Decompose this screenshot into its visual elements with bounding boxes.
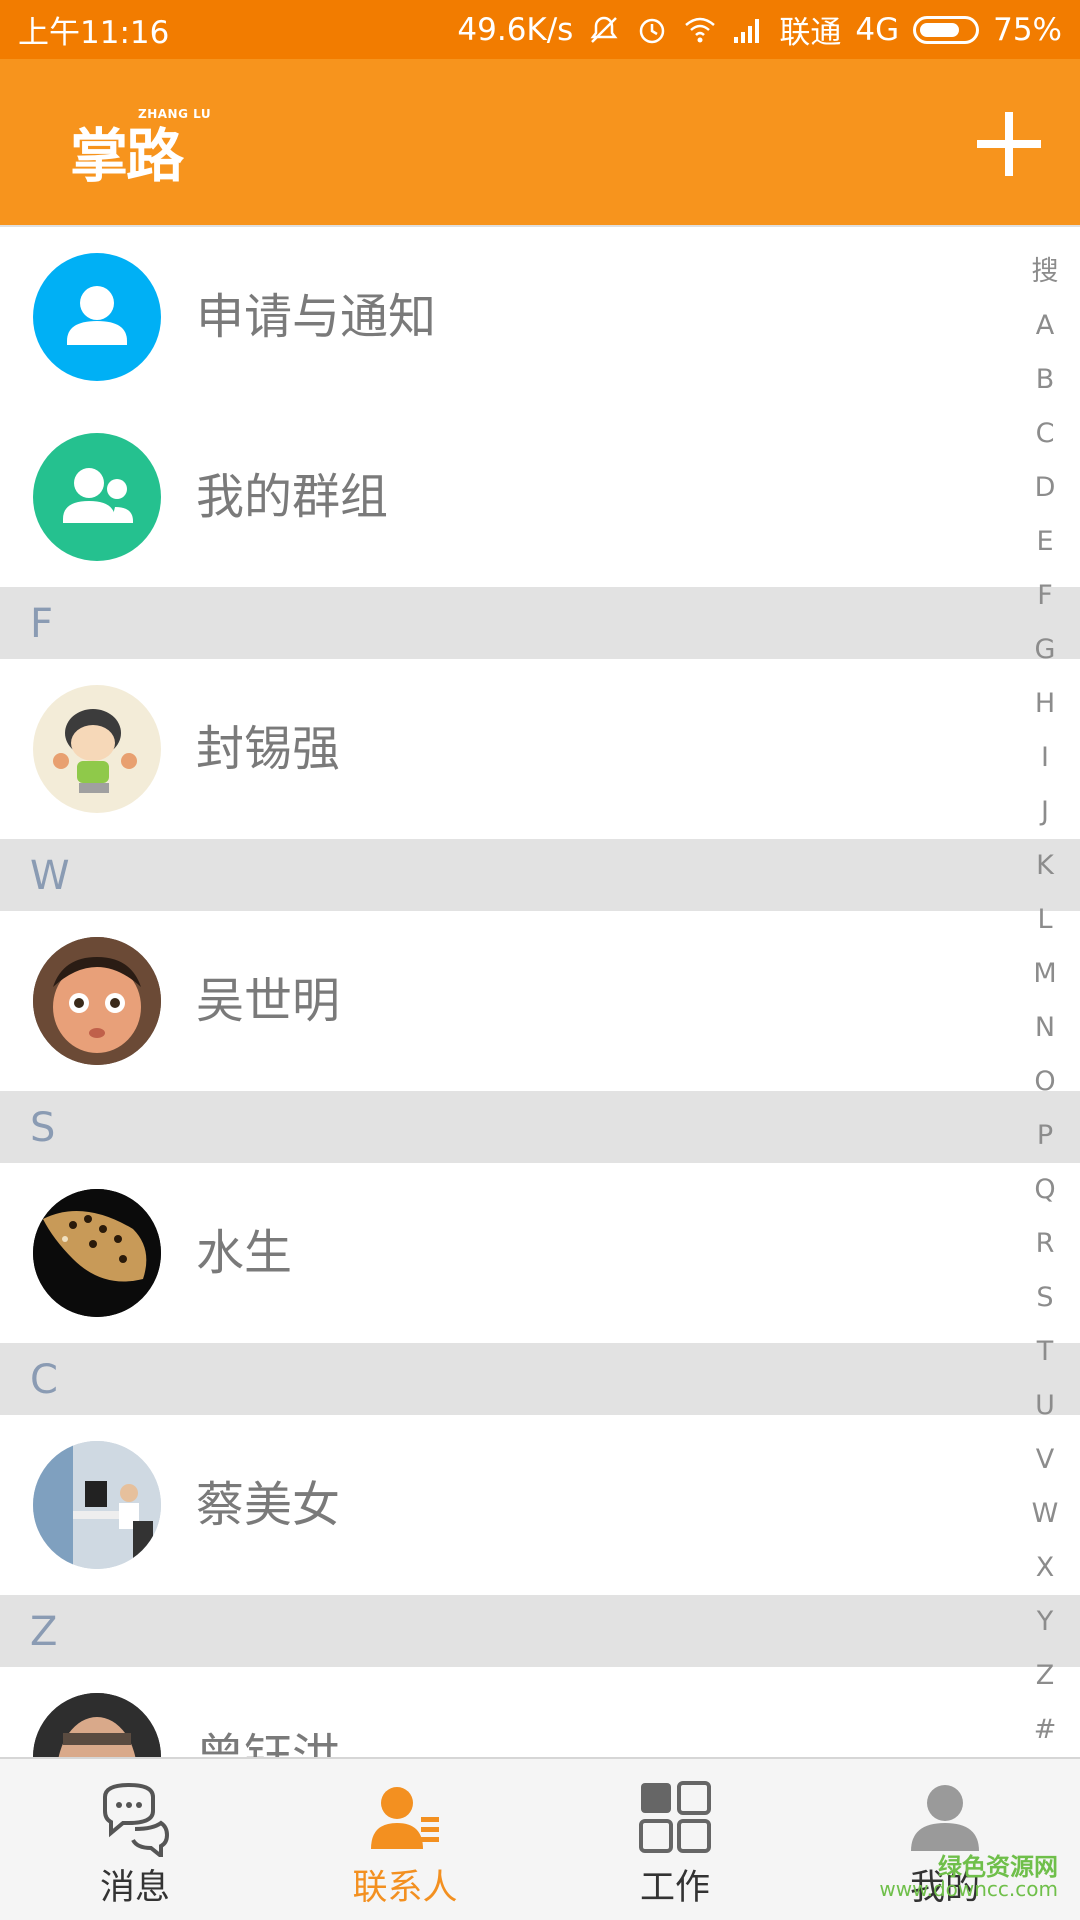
carrier-label: 联通 xyxy=(779,15,842,51)
index-letter[interactable]: H xyxy=(1020,677,1070,731)
battery-percent: 75% xyxy=(993,11,1062,48)
alphabet-index[interactable]: 搜 A B C D E F G H I J K L M N O P Q R S T U V W X Y Z # xyxy=(1020,245,1070,1757)
contact-row[interactable]: 封锡强 xyxy=(0,659,1080,839)
index-letter[interactable]: C xyxy=(1020,407,1070,461)
status-right: 49.6K/s 联通 4G 75% xyxy=(457,7,1062,52)
section-header-s: S xyxy=(0,1091,1080,1163)
group-icon xyxy=(33,433,161,561)
tab-contacts[interactable]: 联系人 xyxy=(270,1759,540,1920)
app-logo: 掌路 ZHANG LU xyxy=(70,99,220,190)
list-item-groups[interactable]: 我的群组 xyxy=(0,407,1080,587)
index-letter[interactable]: F xyxy=(1020,569,1070,623)
index-letter[interactable]: Q xyxy=(1020,1163,1070,1217)
nav-label: 消息 xyxy=(99,1868,170,1908)
person-icon xyxy=(33,253,161,381)
watermark-title: 绿色资源网 xyxy=(938,1853,1058,1881)
status-time: 上午11:16 xyxy=(18,15,170,51)
index-letter[interactable]: P xyxy=(1020,1109,1070,1163)
list-item-label: 申请与通知 xyxy=(196,289,437,345)
index-letter[interactable]: R xyxy=(1020,1217,1070,1271)
contact-name: 封锡强 xyxy=(196,721,341,777)
index-letter[interactable]: J xyxy=(1020,785,1070,839)
nav-label: 联系人 xyxy=(352,1868,458,1908)
contact-name: 曾钰洪 xyxy=(196,1729,341,1757)
contact-list: 申请与通知 我的群组 F 封锡强 W 吴世明 S 水生 C 蔡美女 Z 曾钰洪 xyxy=(0,227,1080,1757)
contact-row[interactable]: 水生 xyxy=(0,1163,1080,1343)
contact-name: 水生 xyxy=(196,1225,293,1281)
watermark-url: www.downcc.com xyxy=(879,1877,1058,1901)
index-letter[interactable]: Z xyxy=(1020,1649,1070,1703)
index-letter[interactable]: T xyxy=(1020,1325,1070,1379)
signal-icon xyxy=(734,18,760,43)
index-letter[interactable]: A xyxy=(1020,299,1070,353)
index-letter[interactable]: # xyxy=(1020,1703,1070,1757)
battery-icon xyxy=(913,15,980,44)
contact-avatar xyxy=(33,1189,161,1317)
index-letter[interactable]: B xyxy=(1020,353,1070,407)
logo-text: 掌路 xyxy=(70,122,184,190)
index-letter[interactable]: N xyxy=(1020,1001,1070,1055)
wifi-icon xyxy=(685,17,716,42)
logo-subtext: ZHANG LU xyxy=(138,107,212,121)
chat-icon xyxy=(103,1782,170,1857)
list-item-label: 我的群组 xyxy=(196,469,389,525)
nav-label: 工作 xyxy=(639,1868,710,1908)
contact-row[interactable]: 蔡美女 xyxy=(0,1415,1080,1595)
index-letter[interactable]: G xyxy=(1020,623,1070,677)
index-letter[interactable]: V xyxy=(1020,1433,1070,1487)
contacts-icon xyxy=(371,1787,439,1849)
mute-icon xyxy=(590,16,618,43)
app-bar: 掌路 ZHANG LU xyxy=(0,59,1080,227)
index-letter[interactable]: Y xyxy=(1020,1595,1070,1649)
index-letter[interactable]: W xyxy=(1020,1487,1070,1541)
index-letter[interactable]: I xyxy=(1020,731,1070,785)
section-header-w: W xyxy=(0,839,1080,911)
index-letter[interactable]: E xyxy=(1020,515,1070,569)
contact-avatar xyxy=(33,1441,161,1569)
plus-icon[interactable] xyxy=(974,109,1044,179)
profile-icon xyxy=(911,1785,979,1851)
contact-row[interactable]: 曾钰洪 xyxy=(0,1667,1080,1757)
network-type: 4G xyxy=(855,11,900,48)
index-letter[interactable]: S xyxy=(1020,1271,1070,1325)
grid-icon xyxy=(639,1781,711,1853)
watermark: 绿色资源网 www.downcc.com xyxy=(879,1853,1058,1901)
contact-avatar xyxy=(33,937,161,1065)
status-bar: 上午11:16 49.6K/s 联通 4G 75% xyxy=(0,0,1080,59)
contact-name: 吴世明 xyxy=(196,973,341,1029)
section-letter: W xyxy=(30,853,70,899)
network-speed: 49.6K/s xyxy=(457,11,574,48)
contact-row[interactable]: 吴世明 xyxy=(0,911,1080,1091)
index-letter[interactable]: K xyxy=(1020,839,1070,893)
contact-avatar xyxy=(33,685,161,813)
list-item-notifications[interactable]: 申请与通知 xyxy=(0,227,1080,407)
alarm-icon xyxy=(640,18,665,43)
tab-messages[interactable]: 消息 xyxy=(0,1759,270,1920)
section-letter: C xyxy=(30,1357,58,1403)
tab-work[interactable]: 工作 xyxy=(540,1759,810,1920)
index-letter[interactable]: X xyxy=(1020,1541,1070,1595)
index-letter[interactable]: D xyxy=(1020,461,1070,515)
section-header-f: F xyxy=(0,587,1080,659)
contact-name: 蔡美女 xyxy=(196,1477,341,1533)
section-letter: S xyxy=(30,1105,56,1151)
section-header-z: Z xyxy=(0,1595,1080,1667)
index-letter[interactable]: 搜 xyxy=(1020,245,1070,299)
section-letter: Z xyxy=(30,1609,58,1655)
section-header-c: C xyxy=(0,1343,1080,1415)
section-letter: F xyxy=(30,601,54,647)
contact-avatar xyxy=(33,1693,161,1757)
index-letter[interactable]: L xyxy=(1020,893,1070,947)
index-letter[interactable]: O xyxy=(1020,1055,1070,1109)
index-letter[interactable]: M xyxy=(1020,947,1070,1001)
index-letter[interactable]: U xyxy=(1020,1379,1070,1433)
